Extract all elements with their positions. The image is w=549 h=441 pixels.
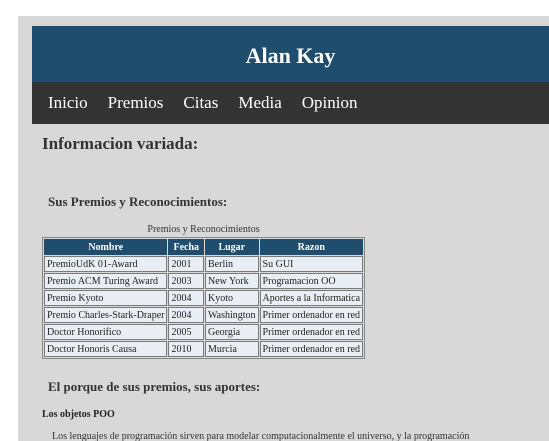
page-frame: Alan Kay Inicio Premios Citas Media Opin… [18,16,549,441]
table-row: Premio ACM Turing Award 2003 New York Pr… [44,273,364,289]
table-cell: Aportes a la Informatica [259,290,364,306]
table-cell: Primer ordenador en red [259,307,364,323]
objects-title: Los objetos POO [42,409,115,420]
table-cell: Premio Kyoto [44,290,168,306]
table-cell: Primer ordenador en red [259,324,364,340]
main-nav: Inicio Premios Citas Media Opinion [32,82,549,124]
table-cell: 2010 [168,341,205,357]
column-header-nombre: Nombre [44,239,168,255]
column-header-lugar: Lugar [205,239,259,255]
main-content: Informacion variada: Sus Premios y Recon… [32,124,549,441]
table-cell: 2001 [168,256,205,272]
table-cell: Premio Charles-Stark-Draper [44,307,168,323]
nav-link-citas[interactable]: Citas [183,93,218,113]
table-cell: Washington [205,307,259,323]
reasons-title: El porque de sus premios, sus aportes: [48,379,261,394]
table-cell: 2004 [168,307,205,323]
table-cell: Berlin [205,256,259,272]
awards-title: Sus Premios y Reconocimientos: [48,194,228,209]
table-header-row: Nombre Fecha Lugar Razon [44,239,364,255]
awards-table: Nombre Fecha Lugar Razon PremioUdK 01-Aw… [42,237,366,359]
table-row: Premio Charles-Stark-Draper 2004 Washing… [44,307,364,323]
column-header-razon: Razon [259,239,364,255]
table-cell: Programacion OO [259,273,364,289]
table-cell: 2005 [168,324,205,340]
table-cell: Doctor Honorifico [44,324,168,340]
table-cell: Doctor Honoris Causa [44,341,168,357]
table-row: PremioUdK 01-Award 2001 Berlin Su GUI [44,256,364,272]
table-row: Premio Kyoto 2004 Kyoto Aportes a la Inf… [44,290,364,306]
table-cell: Murcia [205,341,259,357]
site-header: Alan Kay [32,26,549,82]
table-cell: Kyoto [205,290,259,306]
section-title: Informacion variada: [42,134,199,153]
nav-link-premios[interactable]: Premios [108,93,164,113]
table-row: Doctor Honorifico 2005 Georgia Primer or… [44,324,364,340]
table-cell: PremioUdK 01-Award [44,256,168,272]
table-cell: Georgia [205,324,259,340]
nav-link-inicio[interactable]: Inicio [48,93,88,113]
table-cell: Premio ACM Turing Award [44,273,168,289]
table-row: Doctor Honoris Causa 2010 Murcia Primer … [44,341,364,357]
table-cell: 2004 [168,290,205,306]
paragraph-text: Los lenguajes de programación sirven par… [52,431,470,441]
nav-link-media[interactable]: Media [238,93,281,113]
column-header-fecha: Fecha [168,239,205,255]
site-title: Alan Kay [245,43,336,68]
table-cell: Primer ordenador en red [259,341,364,357]
table-cell: 2003 [168,273,205,289]
nav-link-opinion[interactable]: Opinion [302,93,358,113]
table-cell: Su GUI [259,256,364,272]
table-caption: Premios y Reconocimientos [147,224,260,235]
awards-table-wrap: Premios y Reconocimientos Nombre Fecha L… [42,224,366,359]
table-cell: New York [205,273,259,289]
